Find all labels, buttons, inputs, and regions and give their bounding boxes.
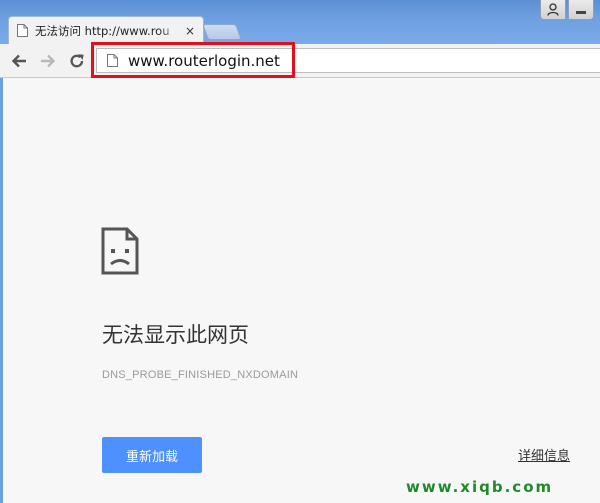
tab-title: 无法访问 http://www.rou [35, 23, 170, 38]
reload-button[interactable]: 重新加载 [102, 437, 202, 473]
page-icon [17, 24, 28, 37]
details-link[interactable]: 详细信息 [518, 445, 570, 464]
user-profile-button[interactable] [540, 0, 566, 20]
close-tab-icon[interactable]: × [185, 24, 195, 38]
reload-page-button[interactable] [66, 50, 88, 72]
error-page: 无法显示此网页 DNS_PROBE_FINISHED_NXDOMAIN 重新加载… [3, 79, 600, 503]
minimize-icon [576, 11, 586, 14]
forward-arrow-icon [41, 54, 56, 68]
browser-toolbar: www.routerlogin.net [0, 44, 600, 78]
error-heading: 无法显示此网页 [102, 323, 249, 347]
reload-icon [70, 54, 84, 68]
tab-strip: 无法访问 http://www.rou × [0, 0, 600, 44]
back-arrow-icon [11, 54, 26, 68]
sad-page-icon [101, 227, 139, 275]
address-bar-url[interactable]: www.routerlogin.net [128, 52, 280, 70]
page-icon [107, 54, 118, 67]
user-icon [547, 3, 559, 16]
error-code: DNS_PROBE_FINISHED_NXDOMAIN [102, 369, 299, 381]
address-bar[interactable]: www.routerlogin.net [96, 48, 600, 73]
back-button[interactable] [8, 50, 30, 72]
browser-tab[interactable]: 无法访问 http://www.rou × [8, 16, 204, 44]
minimize-button[interactable] [568, 0, 594, 20]
new-tab-button[interactable] [202, 24, 242, 40]
forward-button[interactable] [37, 50, 59, 72]
watermark: www.xiqb.com [406, 478, 554, 496]
